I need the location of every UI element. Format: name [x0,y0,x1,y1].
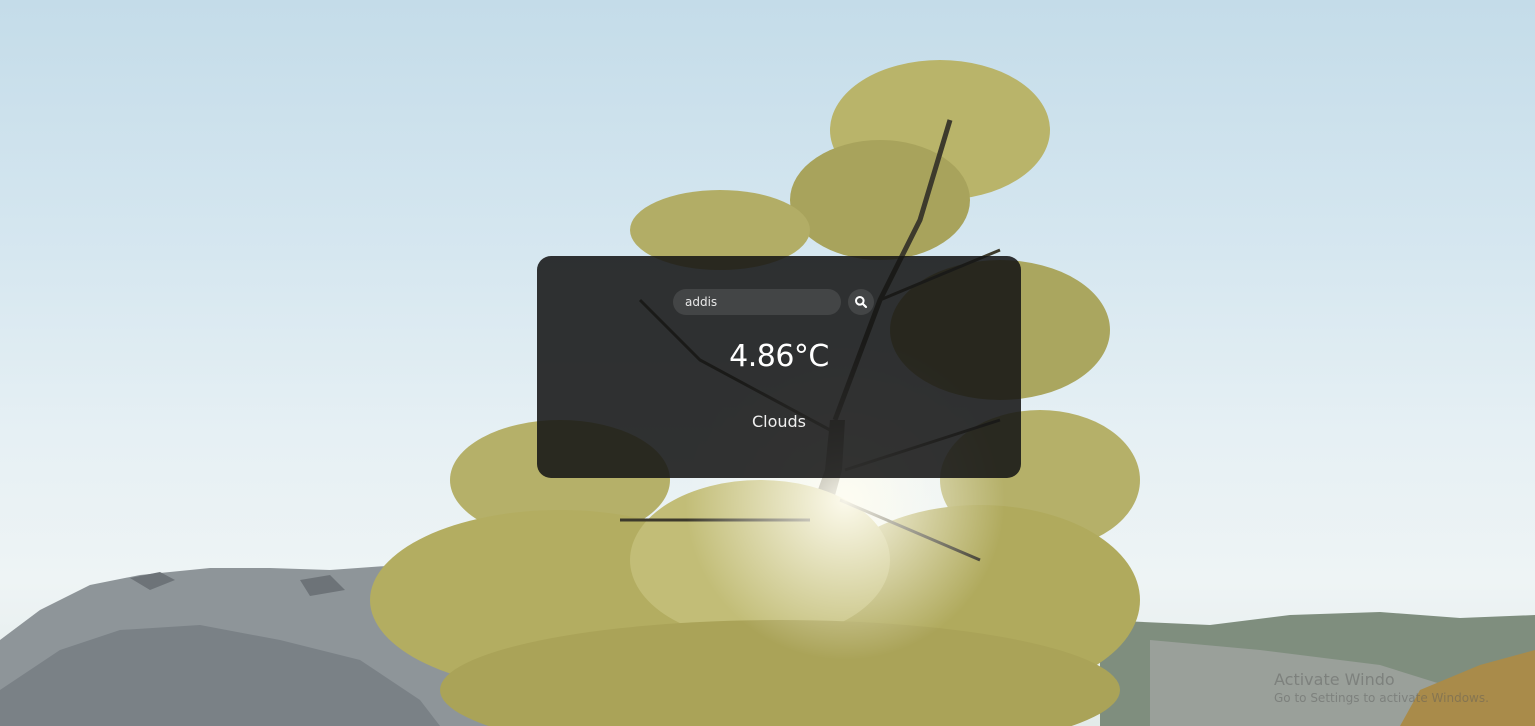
watermark-subtitle: Go to Settings to activate Windows. [1274,691,1489,705]
temperature-reading: 4.86°C [729,339,829,374]
weather-card: 4.86°C Clouds [537,256,1021,478]
search-icon [855,296,868,309]
watermark-title: Activate Windo [1274,670,1395,689]
city-search-input[interactable] [673,289,841,315]
weather-description: Clouds [751,412,807,431]
search-button[interactable] [848,289,874,315]
activation-watermark: Activate Windo Go to Settings to activat… [1274,670,1489,705]
search-bar [673,289,893,317]
